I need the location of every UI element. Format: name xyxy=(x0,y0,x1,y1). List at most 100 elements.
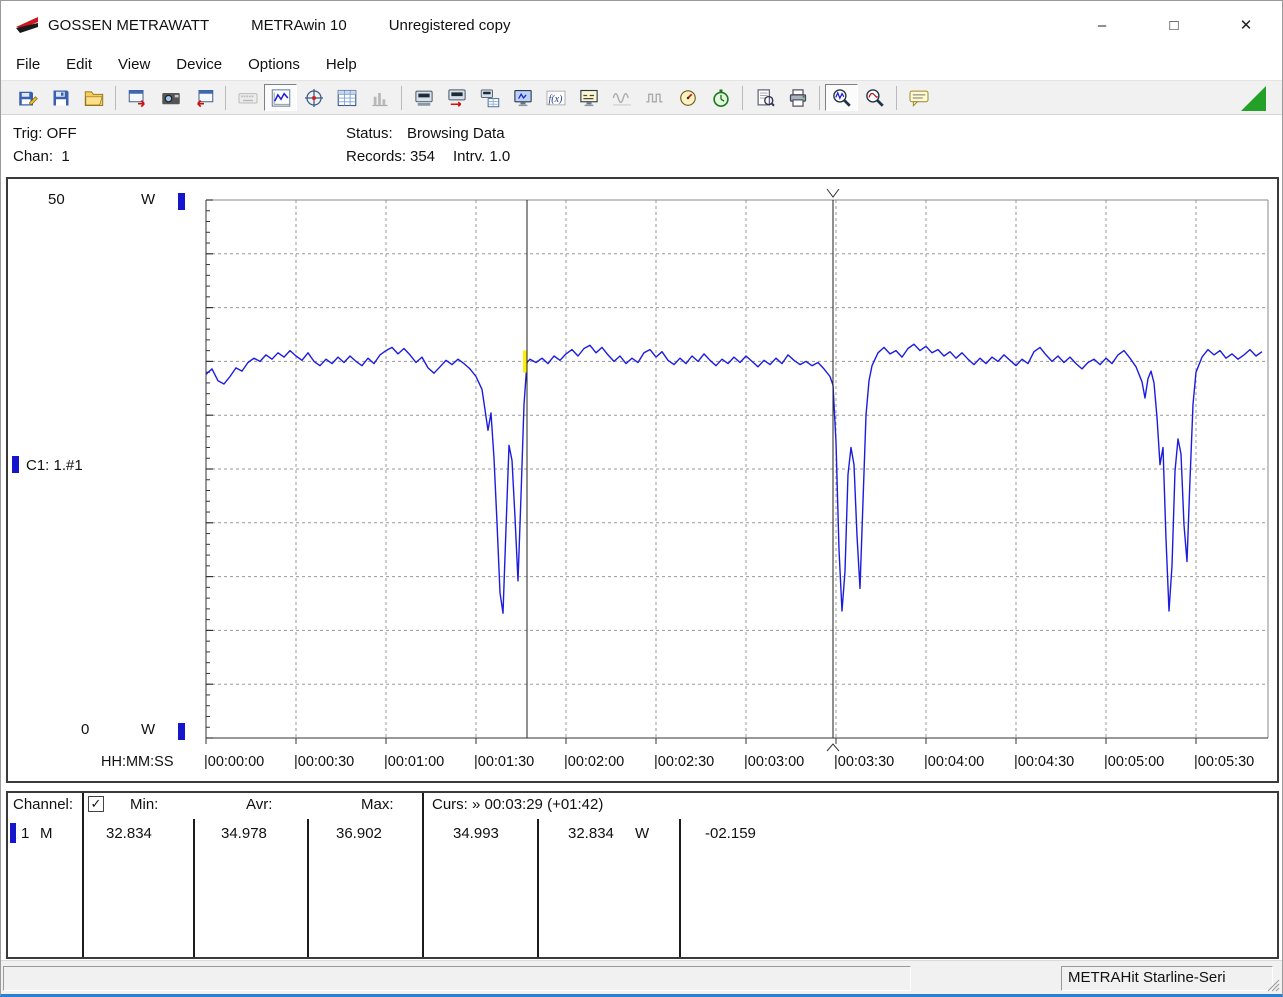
column-divider xyxy=(193,819,195,957)
menubar: FileEditViewDeviceOptionsHelp xyxy=(1,49,1282,80)
print-preview-button[interactable] xyxy=(748,84,781,111)
folder-open-icon xyxy=(83,88,105,108)
toolbar-separator xyxy=(225,86,226,110)
title-license: Unregistered copy xyxy=(389,17,511,34)
menu-item-options[interactable]: Options xyxy=(235,52,313,77)
y-axis-max-label: 50 xyxy=(48,191,65,208)
open-button[interactable] xyxy=(77,84,110,111)
device-memory-button[interactable] xyxy=(473,84,506,111)
gauge-icon xyxy=(677,88,699,108)
toolbar-separator xyxy=(896,86,897,110)
app-window: GOSSEN METRAWATT METRAwin 10 Unregistere… xyxy=(0,0,1283,997)
title-app-name: METRAwin 10 xyxy=(251,17,347,34)
digital-output-button[interactable] xyxy=(638,84,671,111)
table-view-button[interactable] xyxy=(330,84,363,111)
column-divider xyxy=(307,819,309,957)
table-icon xyxy=(336,88,358,108)
multimeter-clock-button[interactable] xyxy=(671,84,704,111)
status-label: Status: xyxy=(346,125,393,142)
cursor2-bottom-marker xyxy=(827,744,839,751)
fx-icon xyxy=(545,88,567,108)
max-column-header: Max: xyxy=(361,796,394,813)
green-triangle-icon xyxy=(1241,86,1266,111)
channel-label: C1: 1.#1 xyxy=(26,457,83,474)
annotation-button[interactable] xyxy=(902,84,935,111)
floppy-pen-icon xyxy=(17,88,39,108)
analog-output-button[interactable] xyxy=(605,84,638,111)
import-button[interactable] xyxy=(187,84,220,111)
interval-value: Intrv. 1.0 xyxy=(453,148,510,165)
zoom-button[interactable] xyxy=(858,84,891,111)
menu-item-help[interactable]: Help xyxy=(313,52,370,77)
trend-chart-icon xyxy=(270,88,292,108)
save-notes-button[interactable] xyxy=(11,84,44,111)
trigger-status: Trig: OFF xyxy=(13,125,77,142)
floppy-icon xyxy=(50,88,72,108)
avr-value: 34.978 xyxy=(221,825,267,842)
device-monitor-button[interactable] xyxy=(506,84,539,111)
column-divider xyxy=(537,819,539,957)
film-icon xyxy=(160,88,182,108)
y-axis-bottom-channel-marker xyxy=(178,723,185,740)
minimize-button[interactable]: – xyxy=(1066,2,1138,48)
timer-button[interactable] xyxy=(704,84,737,111)
y-axis-min-label: 0 xyxy=(81,721,89,738)
menu-item-edit[interactable]: Edit xyxy=(53,52,105,77)
time-format-label: HH:MM:SS xyxy=(101,754,174,770)
avr-column-header: Avr: xyxy=(246,796,272,813)
print-button[interactable] xyxy=(781,84,814,111)
channel-visible-checkbox[interactable]: ✓ xyxy=(88,796,104,812)
device-read-button[interactable] xyxy=(407,84,440,111)
channel-column-header: Channel: xyxy=(13,796,73,813)
print-preview-icon xyxy=(754,88,776,108)
window-out-icon xyxy=(127,88,149,108)
function-button[interactable] xyxy=(539,84,572,111)
device-settings-button[interactable] xyxy=(440,84,473,111)
trend-view-button[interactable] xyxy=(264,84,297,111)
max-value: 36.902 xyxy=(336,825,382,842)
keyboard-entry-button[interactable] xyxy=(231,84,264,111)
resize-grip[interactable] xyxy=(1267,979,1280,992)
toolbar-separator xyxy=(115,86,116,110)
toolbar-separator xyxy=(819,86,820,110)
toolbar-separator xyxy=(401,86,402,110)
window-controls: – □ ✕ xyxy=(1066,2,1282,48)
status-strip: Trig: OFF Chan: 1 Status: Browsing Data … xyxy=(1,115,1282,177)
menu-item-file[interactable]: File xyxy=(3,52,53,77)
device-display-button[interactable] xyxy=(572,84,605,111)
meter-read-icon xyxy=(413,88,435,108)
histogram-view-button[interactable] xyxy=(363,84,396,111)
statusbar-device-area: METRAHit Starline-Seri xyxy=(1061,966,1273,991)
crosshair-icon xyxy=(303,88,325,108)
close-button[interactable]: ✕ xyxy=(1210,2,1282,48)
row-channel-number: 1 xyxy=(21,825,29,842)
zoom-trend-button[interactable] xyxy=(825,84,858,111)
zoom-curve-icon xyxy=(864,88,886,108)
printer-icon xyxy=(787,88,809,108)
cursor2-top-marker xyxy=(827,189,839,197)
column-divider xyxy=(422,793,424,957)
snapshot-button[interactable] xyxy=(154,84,187,111)
save-button[interactable] xyxy=(44,84,77,111)
cursor1-value: 34.993 xyxy=(453,825,499,842)
meter-arrow-icon xyxy=(446,88,468,108)
toolbar xyxy=(1,80,1282,115)
cursor-view-button[interactable] xyxy=(297,84,330,111)
y-axis-unit-bottom: W xyxy=(141,721,155,738)
stopwatch-icon xyxy=(710,88,732,108)
column-divider xyxy=(679,819,681,957)
wave-icon xyxy=(611,88,633,108)
channel-color-marker xyxy=(12,456,19,473)
export-button[interactable] xyxy=(121,84,154,111)
menu-item-device[interactable]: Device xyxy=(163,52,235,77)
channel-status: Chan: 1 xyxy=(13,148,70,165)
min-column-header: Min: xyxy=(130,796,158,813)
chart-svg[interactable] xyxy=(196,183,1276,759)
trace-polyline xyxy=(206,344,1262,613)
menu-item-view[interactable]: View xyxy=(105,52,163,77)
app-logo-icon xyxy=(14,13,40,37)
column-divider xyxy=(82,793,84,957)
cursor-delta-value: -02.159 xyxy=(705,825,756,842)
monitor-icon xyxy=(512,88,534,108)
maximize-button[interactable]: □ xyxy=(1138,2,1210,48)
